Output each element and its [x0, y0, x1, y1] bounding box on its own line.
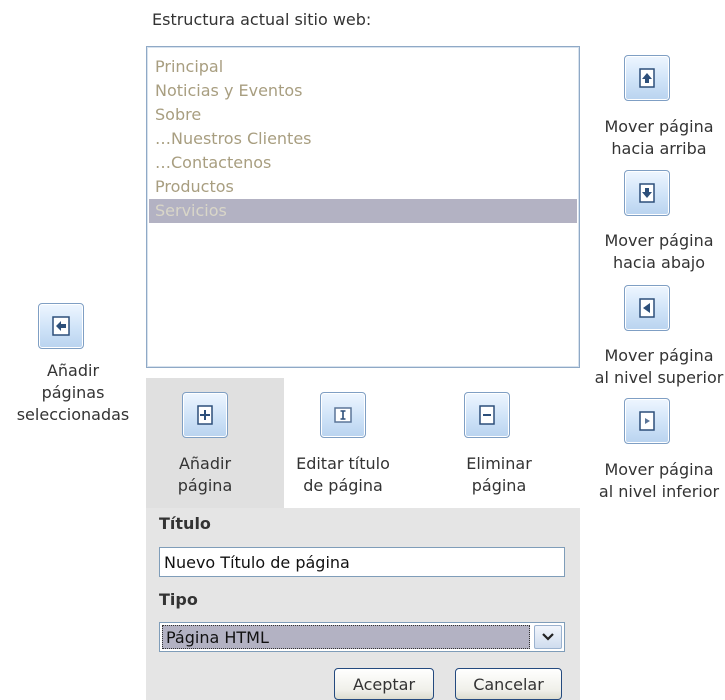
add-selected-pages-button[interactable]: [38, 303, 84, 349]
type-select-dropdown-button[interactable]: [534, 625, 562, 649]
list-item[interactable]: …Nuestros Clientes: [149, 127, 577, 151]
list-item[interactable]: Productos: [149, 175, 577, 199]
page-arrow-icon: [52, 316, 70, 336]
add-selected-pages-caption: Añadir páginas seleccionadas: [16, 361, 130, 424]
type-select[interactable]: Página HTML: [159, 622, 565, 652]
move-page-lower-level-caption: Mover página al nivel inferior: [598, 460, 720, 501]
cancel-button[interactable]: Cancelar: [455, 668, 562, 700]
text-cursor-icon: [334, 407, 352, 423]
move-page-down-button[interactable]: [624, 170, 670, 216]
structure-label: Estructura actual sitio web:: [152, 10, 372, 29]
arrow-right-icon: [639, 411, 655, 431]
add-page-caption: Añadir página: [177, 454, 233, 495]
page-down-icon: [639, 183, 655, 203]
move-page-up-button[interactable]: [624, 55, 670, 101]
edit-page-title-caption: Editar título de página: [296, 454, 390, 495]
move-page-higher-level-button[interactable]: [624, 285, 670, 331]
list-item[interactable]: Noticias y Eventos: [149, 79, 577, 103]
move-page-up-caption: Mover página hacia arriba: [604, 117, 714, 158]
chevron-down-icon: [542, 633, 554, 641]
page-list: Principal Noticias y Eventos Sobre …Nues…: [147, 47, 579, 223]
title-label: Título: [159, 514, 211, 533]
plus-icon: [197, 405, 213, 425]
accept-button[interactable]: Aceptar: [334, 668, 434, 700]
move-page-down-caption: Mover página hacia abajo: [604, 231, 714, 272]
add-page-button[interactable]: [182, 392, 228, 438]
type-label: Tipo: [159, 590, 198, 609]
list-item[interactable]: …Contactenos: [149, 151, 577, 175]
page-structure-list[interactable]: Principal Noticias y Eventos Sobre …Nues…: [146, 46, 580, 368]
list-item[interactable]: Sobre: [149, 103, 577, 127]
edit-page-title-button[interactable]: [320, 392, 366, 438]
list-item[interactable]: Principal: [149, 55, 577, 79]
list-item-selected[interactable]: Servicios: [149, 199, 577, 223]
arrow-left-icon: [639, 298, 655, 318]
delete-page-caption: Eliminar página: [466, 454, 532, 495]
minus-icon: [479, 405, 495, 425]
page-up-icon: [639, 68, 655, 88]
move-page-higher-level-caption: Mover página al nivel superior: [594, 346, 724, 387]
type-select-value: Página HTML: [162, 625, 530, 649]
title-input[interactable]: [159, 547, 565, 577]
delete-page-button[interactable]: [464, 392, 510, 438]
move-page-lower-level-button[interactable]: [624, 398, 670, 444]
